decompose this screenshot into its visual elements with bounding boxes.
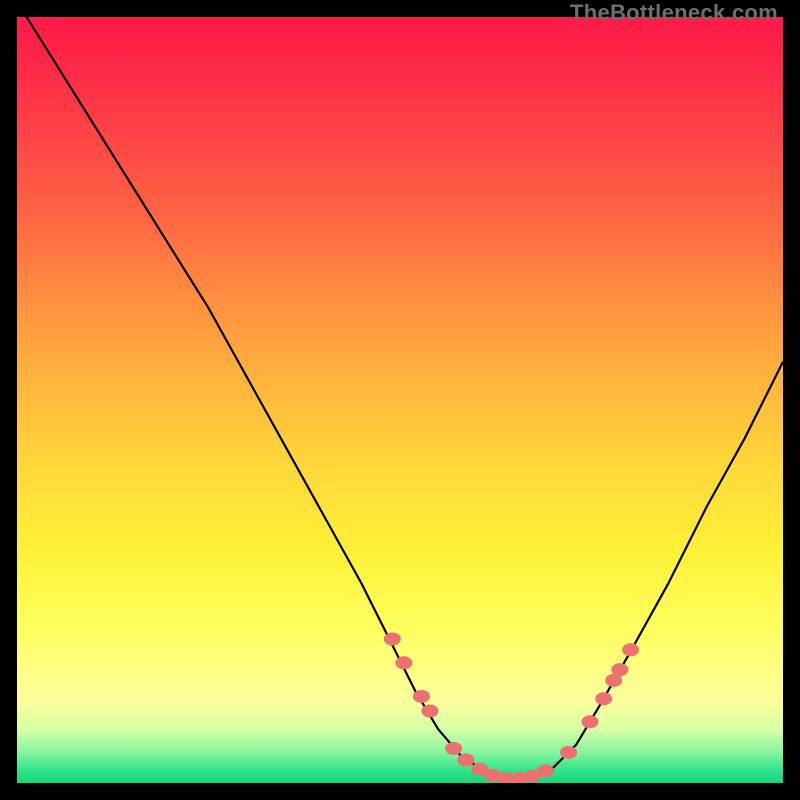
curve-marker <box>537 764 554 777</box>
curve-marker <box>595 692 612 705</box>
watermark-text: TheBottleneck.com <box>570 0 778 26</box>
curve-marker <box>421 705 438 718</box>
curve-marker <box>413 690 430 703</box>
curve-marker <box>622 643 639 656</box>
curve-marker <box>445 742 462 755</box>
curve-layer <box>17 17 783 783</box>
plot-area <box>17 17 783 783</box>
curve-marker <box>457 754 474 767</box>
curve-marker <box>611 663 628 676</box>
curve-marker <box>384 632 401 645</box>
curve-marker <box>581 715 598 728</box>
curve-marker <box>560 746 577 759</box>
curve-markers <box>384 632 639 783</box>
bottleneck-chart: TheBottleneck.com <box>0 0 800 800</box>
curve-marker <box>395 656 412 669</box>
